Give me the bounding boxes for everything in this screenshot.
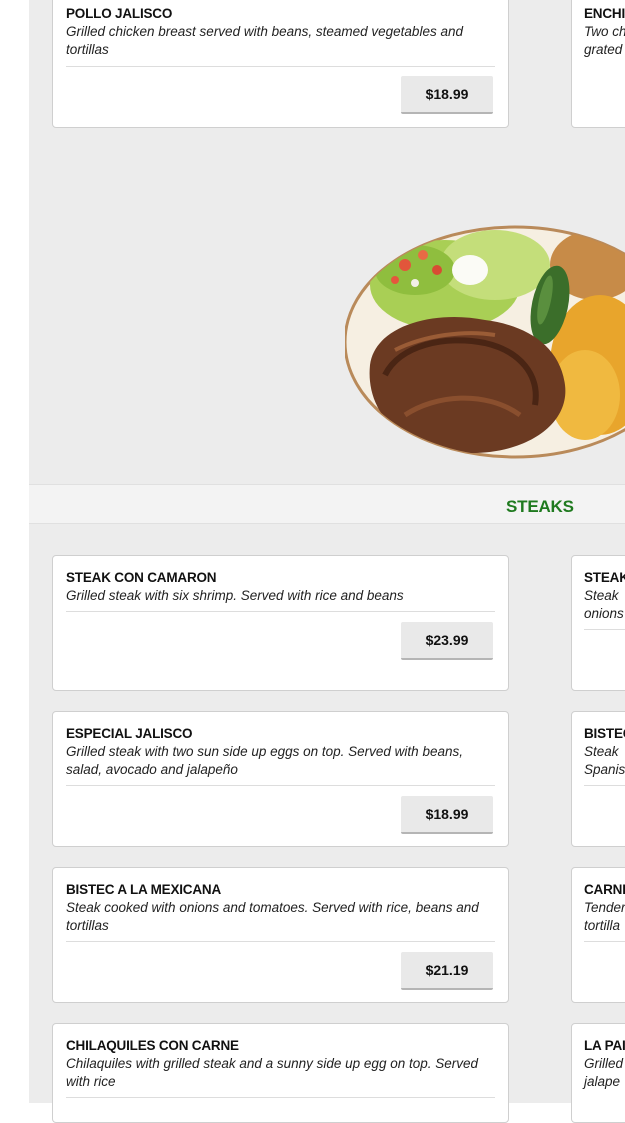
menu-item-title: BISTEC A LA MEXICANA: [66, 882, 222, 897]
menu-item-card-right-1-partial[interactable]: STEAK Steak onions: [571, 555, 625, 691]
menu-item-card-bistec-a-la-mexicana[interactable]: BISTEC A LA MEXICANA Steak cooked with o…: [52, 867, 509, 1003]
menu-item-title: ESPECIAL JALISCO: [66, 726, 193, 741]
menu-item-card-especial-jalisco[interactable]: ESPECIAL JALISCO Grilled steak with two …: [52, 711, 509, 847]
card-divider: [66, 785, 495, 786]
menu-item-title: POLLO JALISCO: [66, 6, 173, 21]
menu-item-title: LA PAI: [584, 1038, 625, 1053]
menu-item-description: Grilled steak with six shrimp. Served wi…: [66, 588, 404, 603]
menu-item-card-right-3-partial[interactable]: CARNI Tender tortilla: [571, 867, 625, 1003]
menu-item-title: CARNI: [584, 882, 625, 897]
section-title-steaks: STEAKS: [506, 497, 574, 516]
card-divider: [66, 1097, 495, 1098]
menu-item-card-steak-con-camaron[interactable]: STEAK CON CAMARON Grilled steak with six…: [52, 555, 509, 691]
menu-item-description: Chilaquiles with grilled steak and a sun…: [66, 1056, 479, 1089]
price-button[interactable]: $18.99: [401, 796, 493, 834]
menu-item-card-pollo-jalisco[interactable]: POLLO JALISCO Grilled chicken breast ser…: [52, 0, 509, 128]
menu-item-description: Grilled steak with two sun side up eggs …: [66, 744, 463, 777]
card-divider: [584, 785, 625, 786]
menu-item-card-enchiladas-partial[interactable]: ENCHI Two ch grated: [571, 0, 625, 128]
menu-item-description: Steak onions: [584, 588, 624, 621]
card-divider: [66, 611, 495, 612]
menu-item-description: Two ch grated: [584, 24, 625, 57]
steak-plate-photo: [345, 225, 625, 459]
price-button[interactable]: $18.99: [401, 76, 493, 114]
card-divider: [66, 941, 495, 942]
menu-item-card-right-2-partial[interactable]: BISTEC Steak Spanis: [571, 711, 625, 847]
left-margin: [0, 0, 29, 1103]
price-button[interactable]: $21.19: [401, 952, 493, 990]
menu-item-card-right-4-partial[interactable]: LA PAI Grilled jalape: [571, 1023, 625, 1123]
menu-item-title: BISTEC: [584, 726, 625, 741]
menu-item-description: Grilled chicken breast served with beans…: [66, 24, 463, 57]
menu-item-title: STEAK: [584, 570, 625, 585]
menu-item-description: Steak cooked with onions and tomatoes. S…: [66, 900, 479, 933]
card-divider: [66, 66, 495, 67]
card-divider: [584, 629, 625, 630]
menu-item-description: Tender tortilla: [584, 900, 625, 933]
card-divider: [584, 941, 625, 942]
menu-item-title: ENCHI: [584, 6, 625, 21]
menu-item-description: Steak Spanis: [584, 744, 625, 777]
menu-item-card-chilaquiles-con-carne[interactable]: CHILAQUILES CON CARNE Chilaquiles with g…: [52, 1023, 509, 1123]
menu-item-description: Grilled jalape: [584, 1056, 624, 1089]
menu-item-title: STEAK CON CAMARON: [66, 570, 217, 585]
menu-item-title: CHILAQUILES CON CARNE: [66, 1038, 239, 1053]
price-button[interactable]: $23.99: [401, 622, 493, 660]
